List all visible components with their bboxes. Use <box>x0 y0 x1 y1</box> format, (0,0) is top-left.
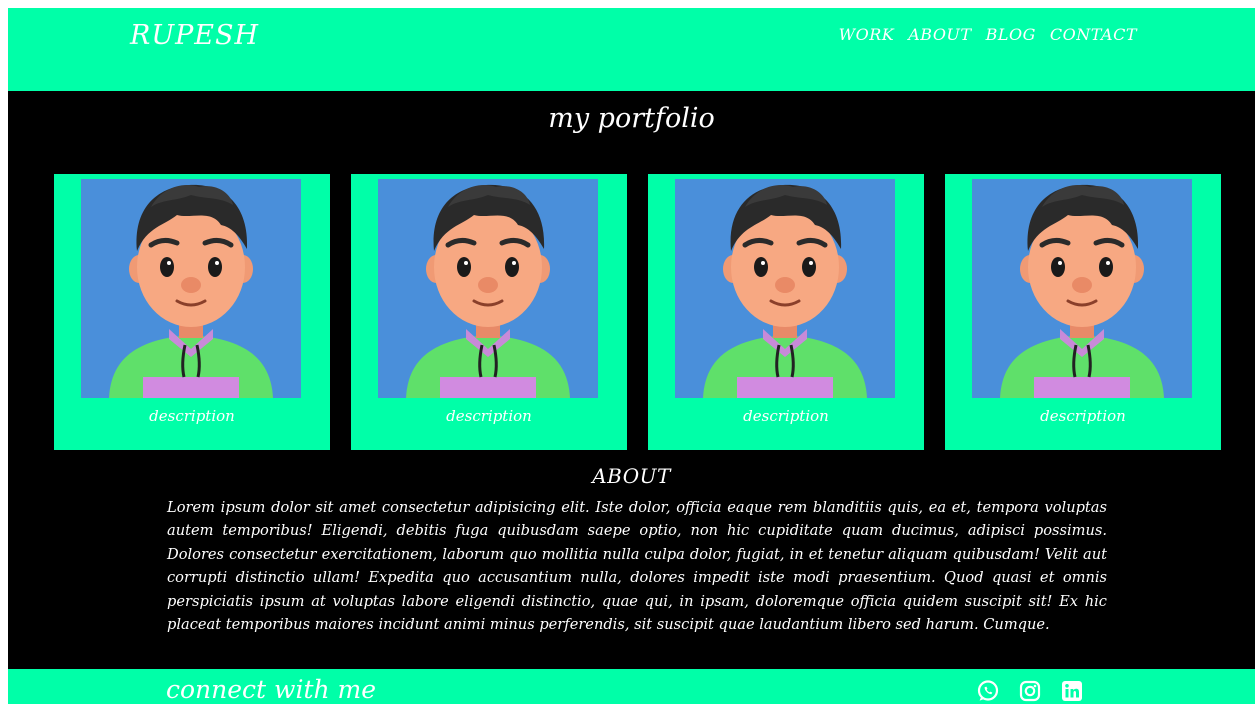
portfolio-grid: description description description desc… <box>54 174 1221 450</box>
nav-work-link[interactable]: WORK <box>839 25 895 44</box>
main-nav: WORK ABOUT BLOG CONTACT <box>839 25 1137 44</box>
instagram-icon[interactable] <box>1018 679 1042 703</box>
card-description: description <box>743 407 829 425</box>
portfolio-card[interactable]: description <box>945 174 1221 450</box>
page: RUPESH WORK ABOUT BLOG CONTACT my portfo… <box>8 8 1255 704</box>
card-description: description <box>1040 407 1126 425</box>
social-links <box>976 679 1084 703</box>
portfolio-title: my portfolio <box>548 103 715 134</box>
footer: connect with me <box>8 669 1255 704</box>
about-heading: ABOUT <box>592 464 671 488</box>
nav-contact-link[interactable]: CONTACT <box>1050 25 1137 44</box>
whatsapp-icon[interactable] <box>976 679 1000 703</box>
avatar-image <box>81 179 301 398</box>
brand-logo[interactable]: RUPESH <box>130 20 259 51</box>
connect-heading: connect with me <box>166 675 377 704</box>
nav-blog-link[interactable]: BLOG <box>986 25 1036 44</box>
header: RUPESH WORK ABOUT BLOG CONTACT <box>8 8 1255 91</box>
nav-about-link[interactable]: ABOUT <box>908 25 971 44</box>
linkedin-icon[interactable] <box>1060 679 1084 703</box>
portfolio-card[interactable]: description <box>648 174 924 450</box>
portfolio-card[interactable]: description <box>54 174 330 450</box>
avatar-image <box>675 179 895 398</box>
portfolio-card[interactable]: description <box>351 174 627 450</box>
card-description: description <box>446 407 532 425</box>
avatar-image <box>972 179 1192 398</box>
about-paragraph: Lorem ipsum dolor sit amet consectetur a… <box>167 499 1107 634</box>
card-description: description <box>149 407 235 425</box>
avatar-image <box>378 179 598 398</box>
